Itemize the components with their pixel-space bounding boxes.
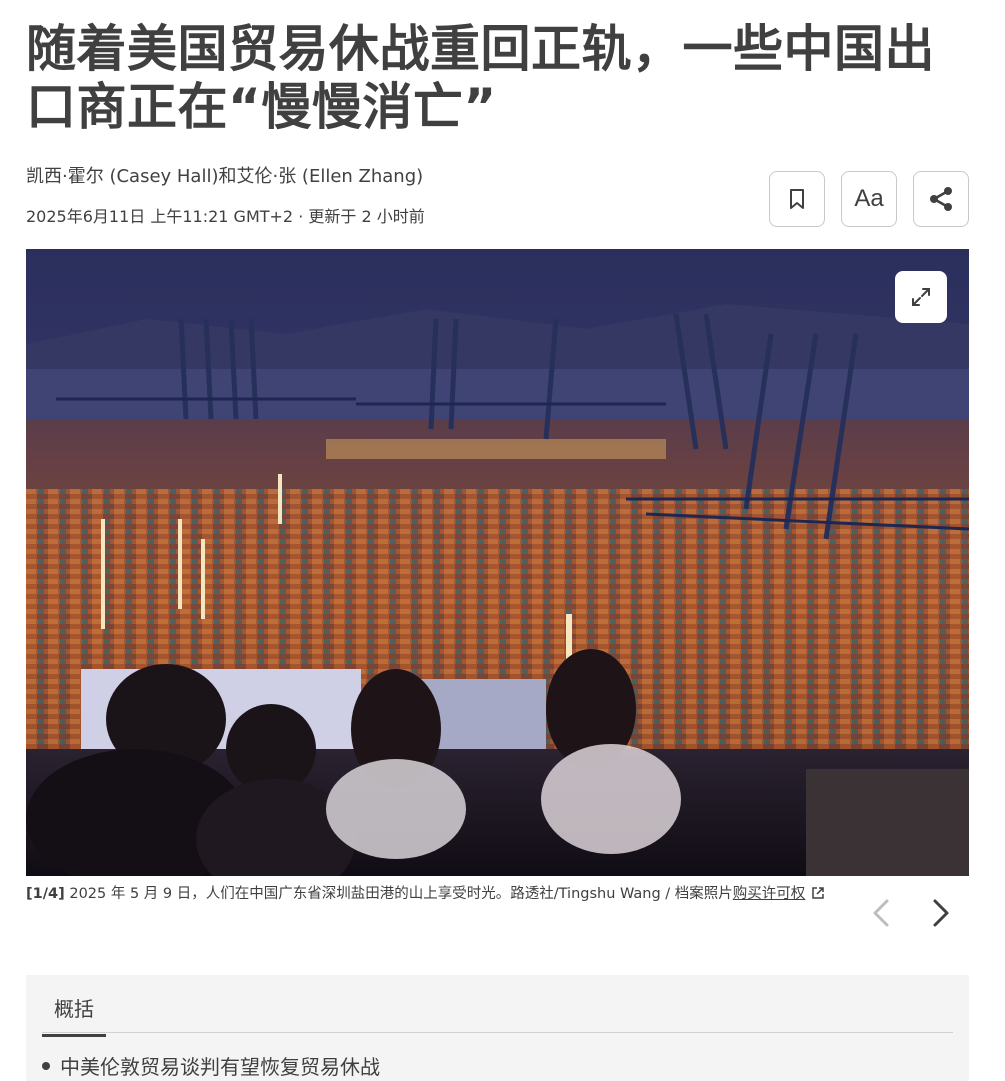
article-actions: Aa bbox=[769, 171, 969, 227]
article-photo[interactable] bbox=[26, 249, 969, 876]
summary-item: 中美伦敦贸易谈判有望恢复贸易休战 bbox=[42, 1051, 380, 1080]
article-dateline: 2025年6月11日 上午11:21 GMT+2 · 更新于 2 小时前 bbox=[26, 207, 425, 226]
share-button[interactable] bbox=[913, 171, 969, 227]
external-link-icon[interactable] bbox=[811, 886, 825, 900]
article-byline[interactable]: 凯西·霍尔 (Casey Hall)和艾伦·张 (Ellen Zhang) bbox=[26, 162, 423, 188]
photo-counter: [1/4] bbox=[26, 886, 65, 902]
previous-photo-button[interactable] bbox=[866, 893, 896, 933]
text-size-label: Aa bbox=[854, 185, 884, 212]
purchase-license-link[interactable]: 购买许可权 bbox=[733, 886, 806, 902]
photo-navigation bbox=[866, 893, 956, 933]
article-headline: 随着美国贸易休战重回正轨，一些中国出口商正在“慢慢消亡” bbox=[26, 20, 935, 136]
photo-caption: [1/4] 2025 年 5 月 9 日，人们在中国广东省深圳盐田港的山上享受时… bbox=[26, 883, 836, 905]
summary-panel: 概括 中美伦敦贸易谈判有望恢复贸易休战 bbox=[26, 975, 969, 1081]
expand-icon bbox=[912, 288, 930, 306]
next-photo-button[interactable] bbox=[926, 893, 956, 933]
chevron-right-icon bbox=[933, 899, 949, 927]
summary-divider bbox=[42, 1032, 953, 1033]
chevron-left-icon bbox=[873, 899, 889, 927]
share-icon bbox=[930, 187, 952, 211]
bookmark-button[interactable] bbox=[769, 171, 825, 227]
text-size-button[interactable]: Aa bbox=[841, 171, 897, 227]
bookmark-icon bbox=[790, 189, 804, 209]
port-night-photo bbox=[26, 249, 969, 876]
bullet-icon bbox=[42, 1062, 50, 1070]
summary-tab[interactable]: 概括 bbox=[42, 993, 106, 1037]
summary-item-text: 中美伦敦贸易谈判有望恢复贸易休战 bbox=[60, 1055, 380, 1079]
expand-photo-button[interactable] bbox=[895, 271, 947, 323]
caption-text: 2025 年 5 月 9 日，人们在中国广东省深圳盐田港的山上享受时光。路透社/… bbox=[64, 886, 733, 902]
